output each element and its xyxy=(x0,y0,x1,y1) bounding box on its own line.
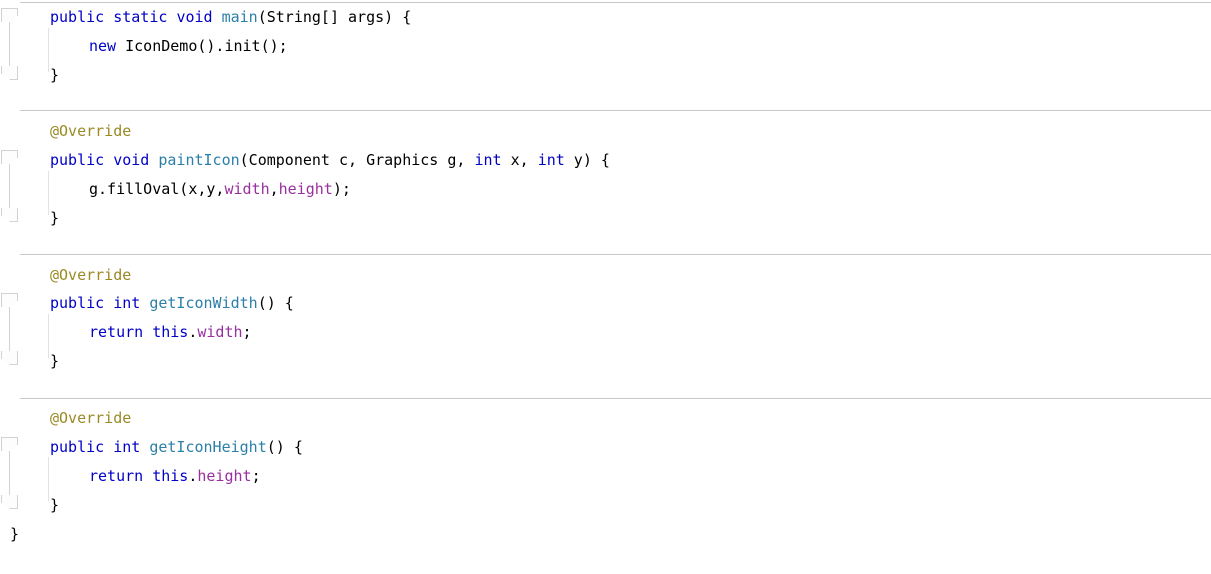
code-token: } xyxy=(50,209,60,227)
block-separator xyxy=(20,254,1211,255)
fold-end-icon[interactable] xyxy=(1,351,18,365)
code-token: return xyxy=(89,467,144,485)
code-token: () { xyxy=(257,294,294,312)
block-separator xyxy=(20,110,1211,111)
code-token: int xyxy=(113,438,141,456)
code-line[interactable]: public int getIconWidth() { xyxy=(50,294,294,313)
fold-end-icon[interactable] xyxy=(1,66,18,80)
code-line[interactable]: new IconDemo().init(); xyxy=(89,37,288,56)
code-line[interactable]: public static void main(String[] args) { xyxy=(50,8,411,27)
code-token: width xyxy=(197,323,243,341)
code-fold-marker[interactable] xyxy=(0,8,20,80)
code-line[interactable]: @Override xyxy=(50,409,131,428)
code-token: (Component c, Graphics g, xyxy=(239,151,475,169)
code-token: height xyxy=(278,180,333,198)
block-separator xyxy=(20,2,1211,3)
code-token: getIconWidth xyxy=(149,294,258,312)
indent-guide xyxy=(48,314,49,358)
code-line[interactable]: } xyxy=(50,209,59,228)
code-token: public xyxy=(50,8,105,26)
fold-end-icon[interactable] xyxy=(1,208,18,222)
fold-line xyxy=(9,157,10,215)
code-editor-pane[interactable]: public static void main(String[] args) {… xyxy=(0,0,1211,574)
code-token: ; xyxy=(251,467,261,485)
code-line[interactable]: } xyxy=(50,66,59,85)
fold-start-icon[interactable] xyxy=(1,8,18,22)
code-token: static xyxy=(113,8,168,26)
code-token: public xyxy=(50,438,105,456)
code-token: width xyxy=(224,180,270,198)
code-token: int xyxy=(113,294,141,312)
code-token: height xyxy=(197,467,252,485)
code-line[interactable]: public void paintIcon(Component c, Graph… xyxy=(50,151,610,170)
code-token: void xyxy=(176,8,213,26)
code-token: , xyxy=(269,180,279,198)
code-token: this xyxy=(152,323,189,341)
code-token: } xyxy=(50,66,60,84)
code-token: g.fillOval(x,y, xyxy=(89,180,225,198)
code-token: IconDemo().init(); xyxy=(116,37,288,55)
code-line[interactable]: } xyxy=(50,352,59,371)
code-token: } xyxy=(50,352,60,370)
code-token: int xyxy=(474,151,502,169)
code-line[interactable]: @Override xyxy=(50,266,131,285)
fold-start-icon[interactable] xyxy=(1,150,18,164)
code-line[interactable]: } xyxy=(10,525,19,544)
code-token: int xyxy=(537,151,565,169)
code-token: } xyxy=(50,496,60,514)
code-token: } xyxy=(10,525,20,543)
code-token: (String[] args) { xyxy=(257,8,412,26)
code-fold-marker[interactable] xyxy=(0,293,20,365)
code-token: @Override xyxy=(50,266,132,284)
block-separator xyxy=(20,398,1211,399)
code-token: y) { xyxy=(564,151,610,169)
fold-line xyxy=(9,444,10,502)
fold-start-icon[interactable] xyxy=(1,437,18,451)
code-fold-marker[interactable] xyxy=(0,150,20,222)
code-line[interactable]: return this.width; xyxy=(89,323,252,342)
code-token: @Override xyxy=(50,122,132,140)
code-token: () { xyxy=(266,438,303,456)
code-line[interactable]: @Override xyxy=(50,122,131,141)
code-token: return xyxy=(89,323,144,341)
code-line[interactable]: g.fillOval(x,y,width,height); xyxy=(89,180,351,199)
indent-guide xyxy=(48,457,49,501)
code-line[interactable]: } xyxy=(50,496,59,515)
code-token: public xyxy=(50,151,105,169)
fold-line xyxy=(9,300,10,358)
code-token: paintIcon xyxy=(158,151,240,169)
code-token: getIconHeight xyxy=(149,438,267,456)
code-token: new xyxy=(89,37,117,55)
code-token: ; xyxy=(242,323,252,341)
code-token: main xyxy=(221,8,258,26)
code-line[interactable]: public int getIconHeight() { xyxy=(50,438,303,457)
code-token: this xyxy=(152,467,189,485)
fold-start-icon[interactable] xyxy=(1,293,18,307)
indent-guide xyxy=(48,28,49,72)
fold-line xyxy=(9,15,10,73)
code-line[interactable]: return this.height; xyxy=(89,467,261,486)
code-token: x, xyxy=(501,151,538,169)
code-token: public xyxy=(50,294,105,312)
indent-guide xyxy=(48,171,49,215)
code-fold-marker[interactable] xyxy=(0,437,20,509)
fold-end-icon[interactable] xyxy=(1,495,18,509)
code-token: void xyxy=(113,151,150,169)
code-token: @Override xyxy=(50,409,132,427)
code-token: ); xyxy=(332,180,351,198)
